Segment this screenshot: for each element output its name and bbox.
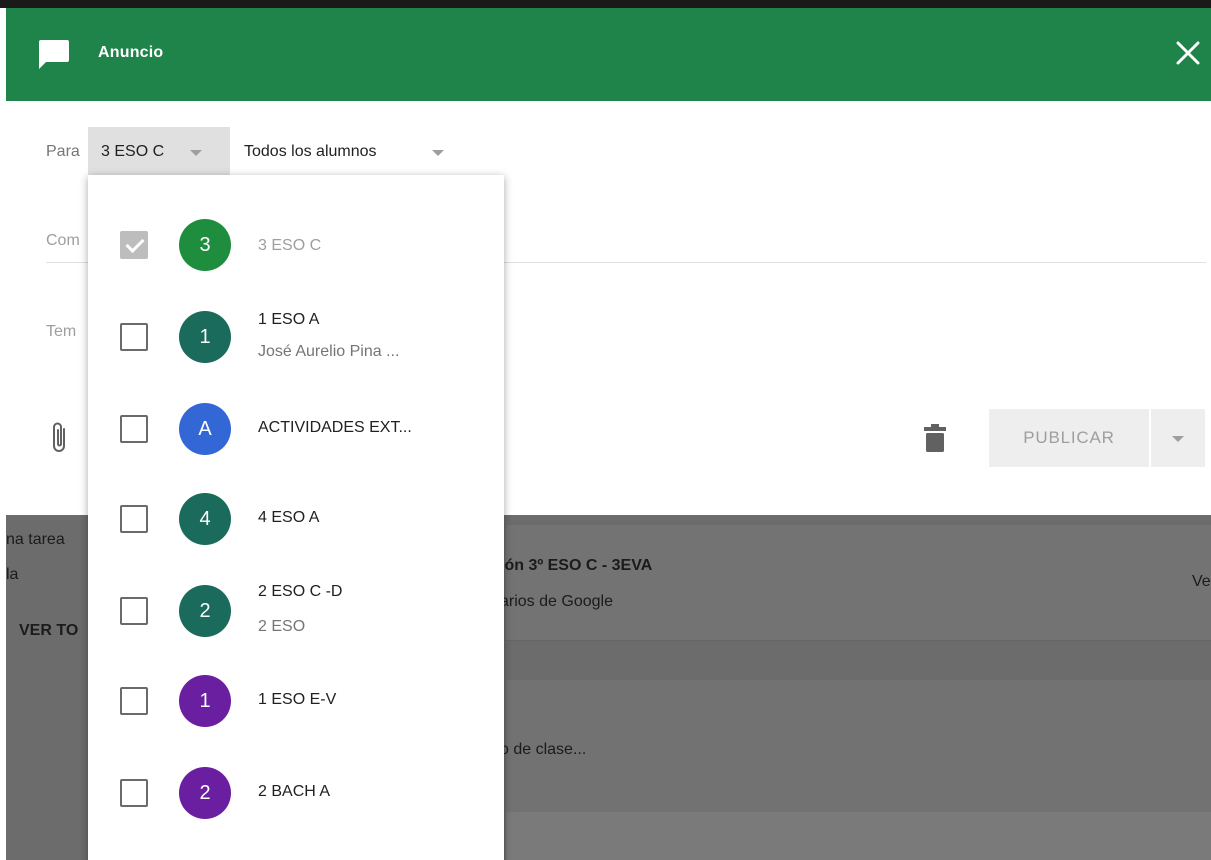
card-action: Ve	[1192, 573, 1211, 590]
checkbox-icon[interactable]	[120, 505, 148, 533]
card-text: o de clase...	[500, 741, 587, 758]
chat-bubble-icon	[39, 40, 69, 69]
menu-item-3-eso-c: 3 3 ESO C	[88, 199, 504, 291]
class-select-value: 3 ESO C	[101, 143, 165, 160]
para-label: Para	[46, 143, 80, 160]
dialog-title: Anuncio	[98, 44, 164, 61]
menu-item-1-eso-a[interactable]: 1 1 ESO A José Aurelio Pina ...	[88, 291, 504, 383]
menu-item-4-eso-a[interactable]: 4 4 ESO A	[88, 475, 504, 567]
trash-icon[interactable]	[924, 423, 946, 453]
chevron-down-icon	[190, 150, 202, 156]
class-name: 1 ESO A	[258, 311, 320, 328]
stream-card	[506, 680, 1211, 812]
checkbox-icon[interactable]	[120, 597, 148, 625]
top-strip	[0, 0, 1211, 8]
students-select[interactable]: Todos los alumnos	[244, 143, 377, 161]
class-avatar: A	[179, 403, 231, 455]
class-name: 2 ESO C -D	[258, 583, 343, 600]
upcoming-text: la	[6, 566, 19, 583]
view-all-link: VER TO	[19, 622, 79, 639]
checkbox-icon[interactable]	[120, 323, 148, 351]
stream-card	[506, 525, 1211, 640]
class-name: 1 ESO E-V	[258, 691, 337, 708]
class-avatar: 2	[179, 767, 231, 819]
menu-item-1-eso-e-v[interactable]: 1 1 ESO E-V	[88, 659, 504, 751]
menu-item-actividades[interactable]: A ACTIVIDADES EXT...	[88, 383, 504, 475]
class-name: 3 ESO C	[258, 237, 322, 254]
divider	[506, 640, 1211, 641]
class-name: ACTIVIDADES EXT...	[258, 419, 412, 436]
class-avatar: 1	[179, 311, 231, 363]
publish-button[interactable]: PUBLICAR	[989, 409, 1149, 467]
class-avatar: 3	[179, 219, 231, 271]
paperclip-icon[interactable]	[48, 420, 72, 456]
class-name: 4 ESO A	[258, 509, 320, 526]
class-dropdown-menu: 3 3 ESO C 1 1 ESO A José Aurelio Pina ..…	[88, 175, 504, 860]
class-subtitle: José Aurelio Pina ...	[258, 343, 400, 360]
class-avatar: 4	[179, 493, 231, 545]
publish-options-button[interactable]	[1151, 409, 1205, 467]
class-select[interactable]: 3 ESO C	[88, 127, 230, 175]
class-subtitle: 2 ESO	[258, 618, 306, 635]
announcement-dialog: Anuncio Para 3 ESO C Todos los alumnos C…	[0, 0, 1211, 860]
class-name: 2 BACH A	[258, 783, 331, 800]
comment-field[interactable]: Com	[46, 232, 80, 250]
chevron-down-icon[interactable]	[432, 150, 444, 156]
checkbox-icon	[120, 231, 148, 259]
dialog-header: Anuncio	[6, 8, 1211, 101]
topic-field[interactable]: Tem	[46, 323, 76, 341]
close-icon[interactable]	[1175, 40, 1201, 66]
menu-item-2-eso-c-d[interactable]: 2 2 ESO C -D 2 ESO	[88, 567, 504, 659]
checkbox-icon[interactable]	[120, 779, 148, 807]
class-avatar: 2	[179, 585, 231, 637]
upcoming-text: na tarea	[6, 531, 65, 548]
chevron-down-icon	[1172, 436, 1184, 442]
stream-card	[506, 812, 1211, 860]
card-title: ión 3º ESO C - 3EVA	[500, 557, 653, 574]
checkbox-icon[interactable]	[120, 415, 148, 443]
class-avatar: 1	[179, 675, 231, 727]
checkbox-icon[interactable]	[120, 687, 148, 715]
card-subtitle: arios de Google	[500, 593, 613, 610]
menu-item-2-bach-a[interactable]: 2 2 BACH A	[88, 751, 504, 843]
